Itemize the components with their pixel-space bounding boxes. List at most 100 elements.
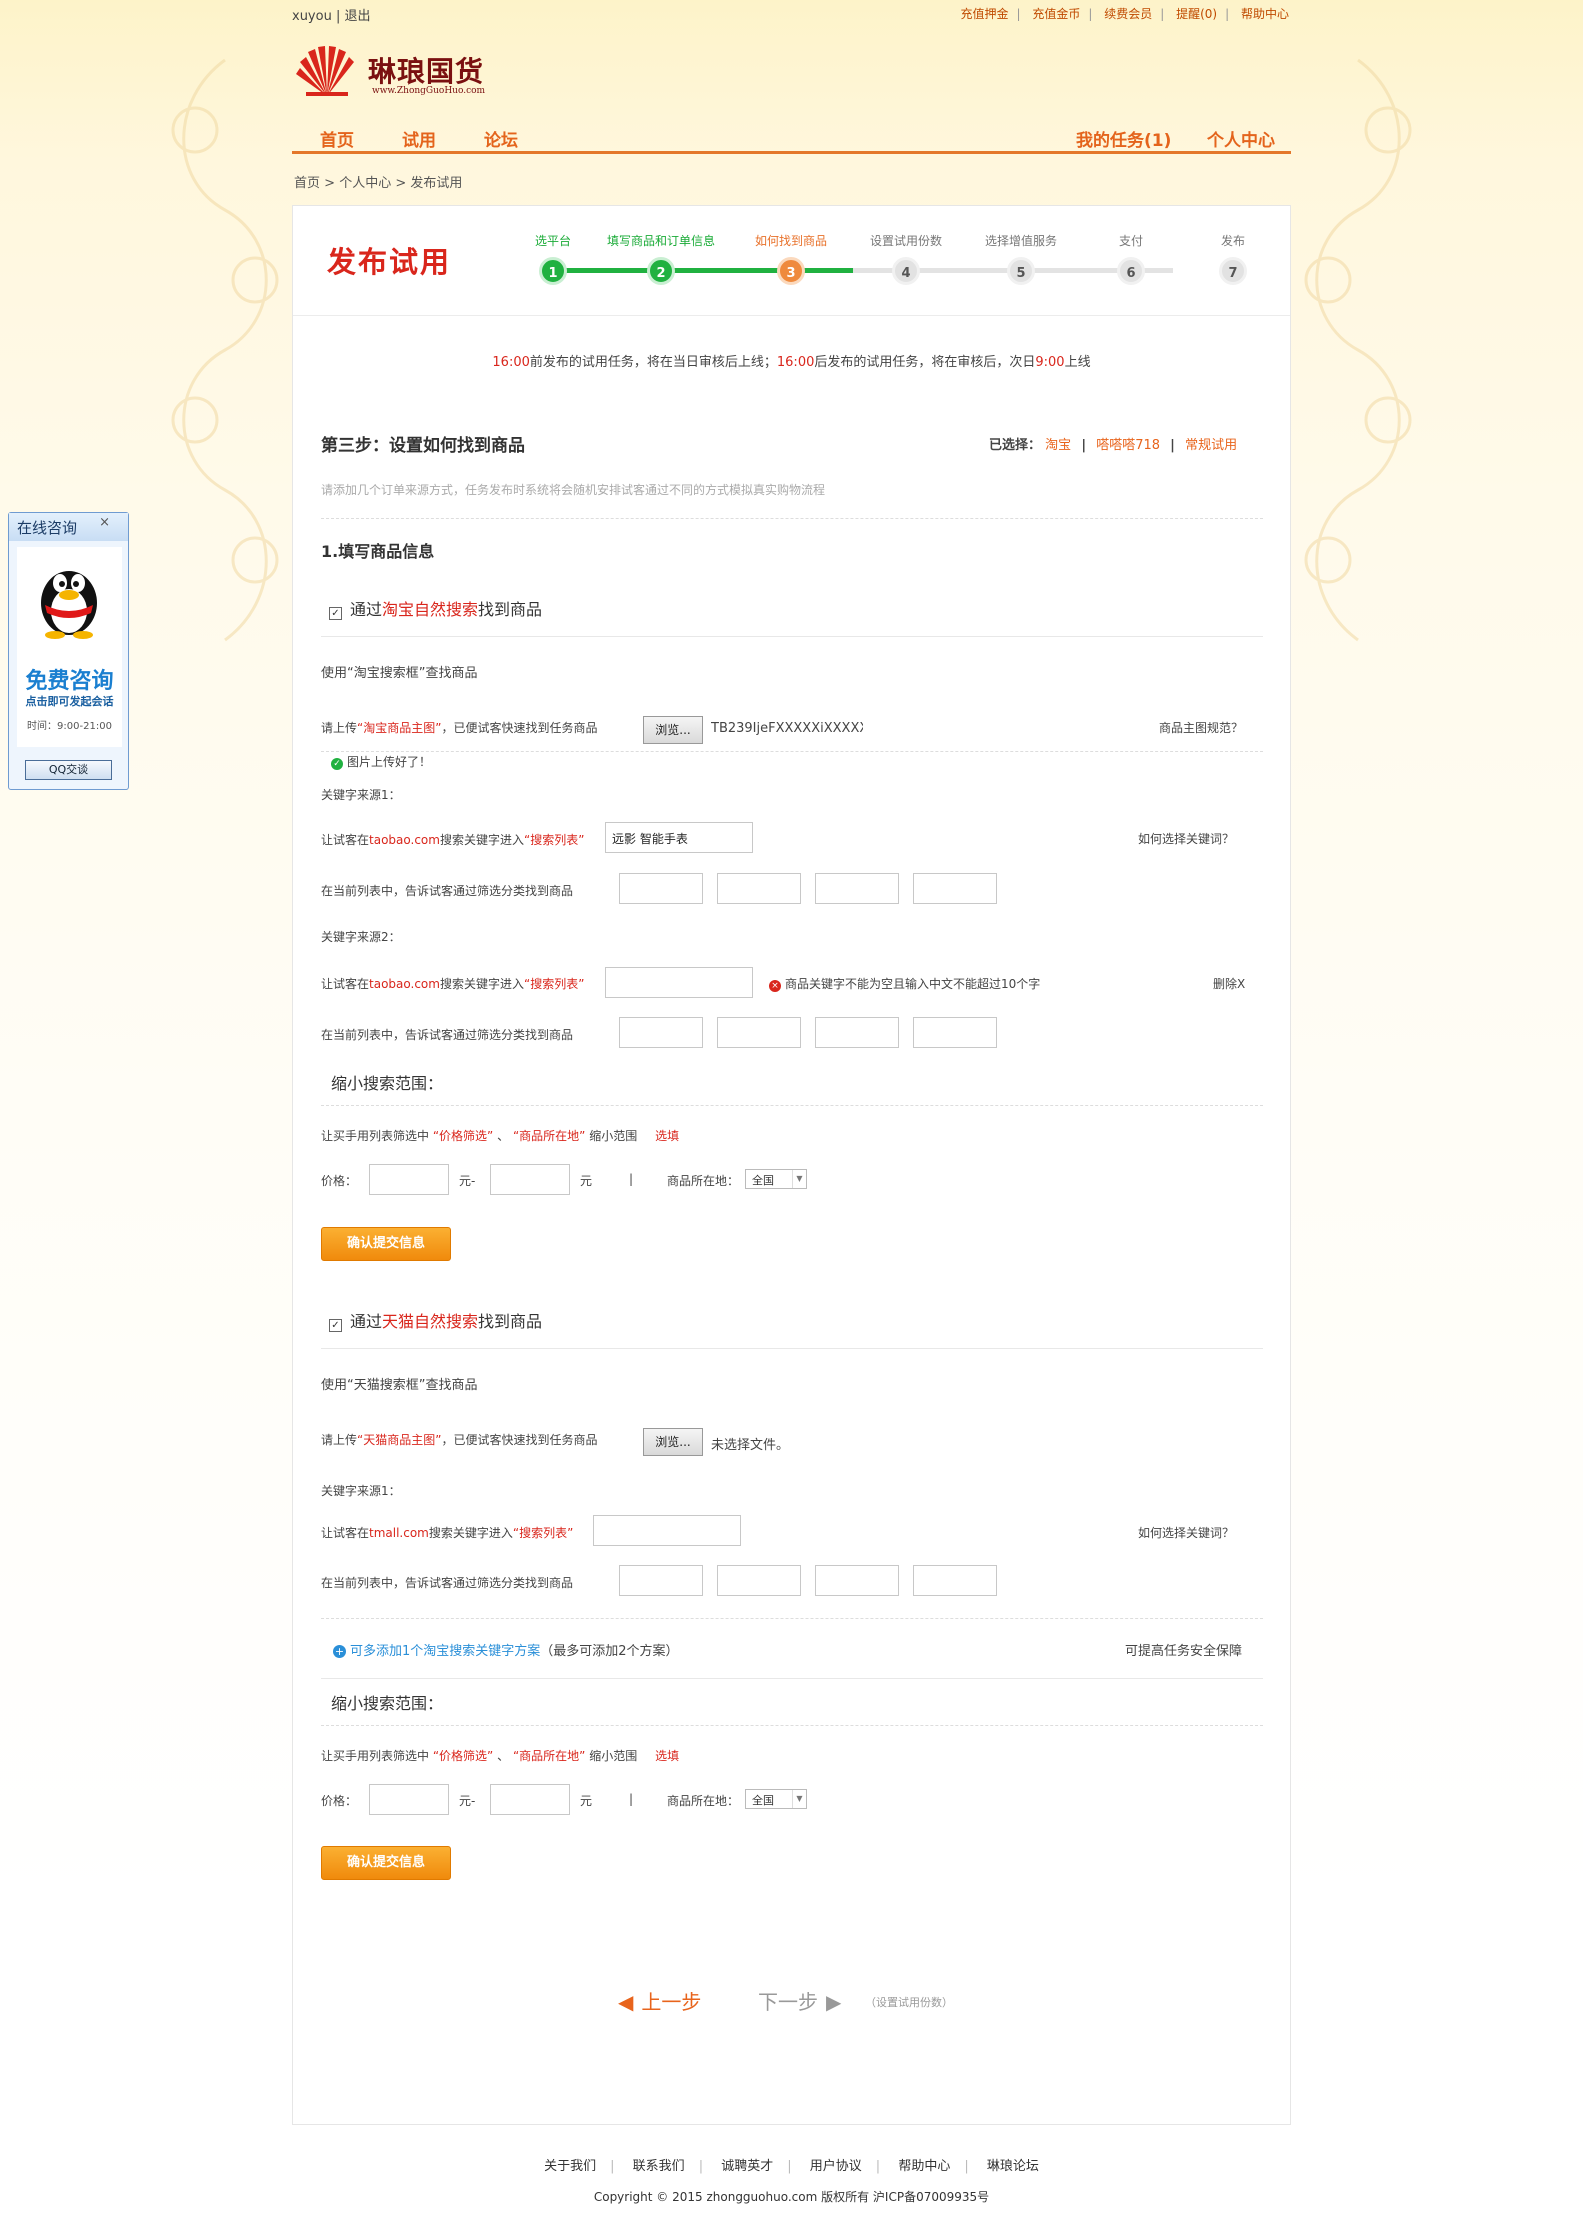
nav-user-center[interactable]: 个人中心 [1207,126,1275,151]
checkbox-icon[interactable]: ✓ [329,607,342,620]
logout-link[interactable]: 退出 [344,9,370,24]
taobao-option-checkbox[interactable]: ✓ 通过淘宝自然搜索找到商品 [329,596,542,620]
taobao-spec-link[interactable]: 商品主图规范？ [1159,719,1243,736]
left-ornament [171,58,279,642]
price-min-input[interactable] [369,1164,449,1195]
logo-url: www.ZhongGuoHuo.com [372,86,486,96]
filter-input[interactable] [815,873,899,904]
top-link-renew[interactable]: 续费会员 [1104,7,1152,21]
next-step-button[interactable]: 下一步 ▶ [758,1986,841,2015]
close-icon[interactable]: × [99,515,110,530]
delete-kw2-link[interactable]: 删除X [1213,975,1245,992]
filter-input[interactable] [619,1017,703,1048]
filter-input[interactable] [619,873,703,904]
taobao-keyword1-input[interactable]: 远影 智能手表 [605,822,753,853]
filter-input[interactable] [913,1017,997,1048]
tmall-narrow-title: 缩小搜索范围： [331,1694,444,1713]
main-panel: 发布试用 选平台 1 填写商品和订单信息 2 如何找到商品 3 设置试用份数 4 选择增… [292,205,1291,2125]
divider [321,636,1263,637]
price-max-input[interactable] [490,1164,570,1195]
filter-input[interactable] [815,1017,899,1048]
copyright: Copyright © 2015 zhongguohuo.com 版权所有 沪I… [593,2190,990,2204]
divider [321,518,1263,519]
price-sep: 元- [459,1794,476,1808]
selected-type: 常规试用 [1185,438,1238,453]
prev-step-button[interactable]: ◀ 上一步 [618,1986,701,2015]
check-circle-icon: ✓ [331,758,343,770]
step-7: 发布 7 [1173,232,1293,285]
footer-link-contact[interactable]: 联系我们 [633,2159,685,2174]
selected-summary: 已选择： 淘宝 | 嗒嗒嗒718 | 常规试用 [989,438,1238,453]
online-consult-widget[interactable]: 在线咨询 × 免费咨询 点击即可发起会话 时间：9:00-21:00 QQ交谈 [8,512,129,790]
filter-input[interactable] [619,1565,703,1596]
add-keyword-plan[interactable]: + 可多添加1个淘宝搜索关键字方案（最多可添加2个方案） [333,1640,679,1659]
username[interactable]: xuyou [292,9,332,24]
footer-link-agreement[interactable]: 用户协议 [810,2159,862,2174]
nav-forum[interactable]: 论坛 [484,126,518,151]
footer-link-about[interactable]: 关于我们 [544,2159,596,2174]
crumb-user-center[interactable]: 个人中心 [339,176,391,191]
tmall-file-name: 未选择文件。 [711,1438,790,1453]
qq-chat-button[interactable]: QQ交谈 [25,760,112,780]
taobao-submit-button[interactable]: 确认提交信息 [321,1227,451,1261]
taobao-kw-help-link[interactable]: 如何选择关键词？ [1138,830,1234,847]
tmall-submit-button[interactable]: 确认提交信息 [321,1846,451,1880]
top-link-deposit[interactable]: 充值押金 [960,7,1008,21]
filter-input[interactable] [717,1565,801,1596]
step-4: 设置试用份数 4 [846,232,966,285]
nav-home[interactable]: 首页 [320,126,354,151]
price-min-input[interactable] [369,1784,449,1815]
footer-link-forum[interactable]: 琳琅论坛 [987,2159,1039,2174]
top-link-help[interactable]: 帮助中心 [1241,7,1289,21]
footer: 关于我们 | 联系我们 | 诚聘英才 | 用户协议 | 帮助中心 | 琳琅论坛 Copyr… [0,2155,1583,2205]
panel-header: 发布试用 选平台 1 填写商品和订单信息 2 如何找到商品 3 设置试用份数 4 选择增… [293,206,1290,316]
nav-trial[interactable]: 试用 [402,126,436,151]
widget-body: 免费咨询 点击即可发起会话 时间：9:00-21:00 [17,547,122,747]
tmall-kw-help-link[interactable]: 如何选择关键词？ [1138,1524,1234,1541]
price-max-input[interactable] [490,1784,570,1815]
filter-input[interactable] [913,873,997,904]
widget-hours: 时间：9:00-21:00 [27,721,112,732]
price-label: 价格： [321,1794,358,1808]
filter-input[interactable] [815,1565,899,1596]
site-logo[interactable]: 琳琅国货 www.ZhongGuoHuo.com [292,44,542,104]
tmall-filter-line: 在当前列表中，告诉试客通过筛选分类找到商品 [321,1576,574,1590]
tmall-browse-button[interactable]: 浏览... [643,1428,703,1456]
divider-bar: | [629,1172,634,1186]
location-select[interactable]: 全国 ▼ [745,1169,807,1189]
filter-input[interactable] [717,1017,801,1048]
filter-input[interactable] [913,1565,997,1596]
crumb-home[interactable]: 首页 [294,176,320,191]
location-select[interactable]: 全国 ▼ [745,1789,807,1809]
divider-bar: | [629,1792,634,1806]
qq-penguin-icon [41,571,97,639]
plus-circle-icon: + [333,1645,346,1658]
tmall-upload-label: 请上传“天猫商品主图”，已便试客快速找到任务商品 [321,1433,598,1447]
filter-input[interactable] [717,873,801,904]
footer-link-jobs[interactable]: 诚聘英才 [721,2159,773,2174]
price-unit: 元 [580,1174,593,1188]
widget-header: 在线咨询 × [9,513,128,541]
taobao-browse-button[interactable]: 浏览... [643,716,703,744]
widget-big-text: 免费咨询 [25,669,114,694]
widget-small-text: 点击即可发起会话 [25,695,114,708]
tmall-option-checkbox[interactable]: ✓ 通过天猫自然搜索找到商品 [329,1308,542,1332]
tmall-kw1-text: 让试客在tmall.com搜索关键字进入“搜索列表” [321,1526,574,1540]
taobao-keyword2-input[interactable] [605,967,753,998]
top-bar: xuyou | 退出 充值押金 | 充值金币 | 续费会员 | 提醒(0) | 帮助中心 [0,0,1583,26]
step-3: 如何找到商品 3 [731,232,851,285]
breadcrumb: 首页 > 个人中心 > 发布试用 [294,176,463,191]
divider [321,1105,1263,1106]
chevron-down-icon: ▼ [792,1170,806,1188]
nav-my-tasks[interactable]: 我的任务(1) [1076,126,1171,151]
taobao-filter-line-2: 在当前列表中，告诉试客通过筛选分类找到商品 [321,1028,574,1042]
tmall-keyword1-input[interactable] [593,1515,741,1546]
top-link-gold[interactable]: 充值金币 [1032,7,1080,21]
divider [321,751,1263,752]
selected-shop: 嗒嗒嗒718 [1096,438,1161,453]
checkbox-icon[interactable]: ✓ [329,1319,342,1332]
top-link-reminder[interactable]: 提醒(0) [1176,7,1217,21]
section-hint: 请添加几个订单来源方式，任务发布时系统将会随机安排试客通过不同的方式模拟真实购物… [321,483,826,497]
footer-link-help[interactable]: 帮助中心 [898,2159,950,2174]
price-sep: 元- [459,1174,476,1188]
